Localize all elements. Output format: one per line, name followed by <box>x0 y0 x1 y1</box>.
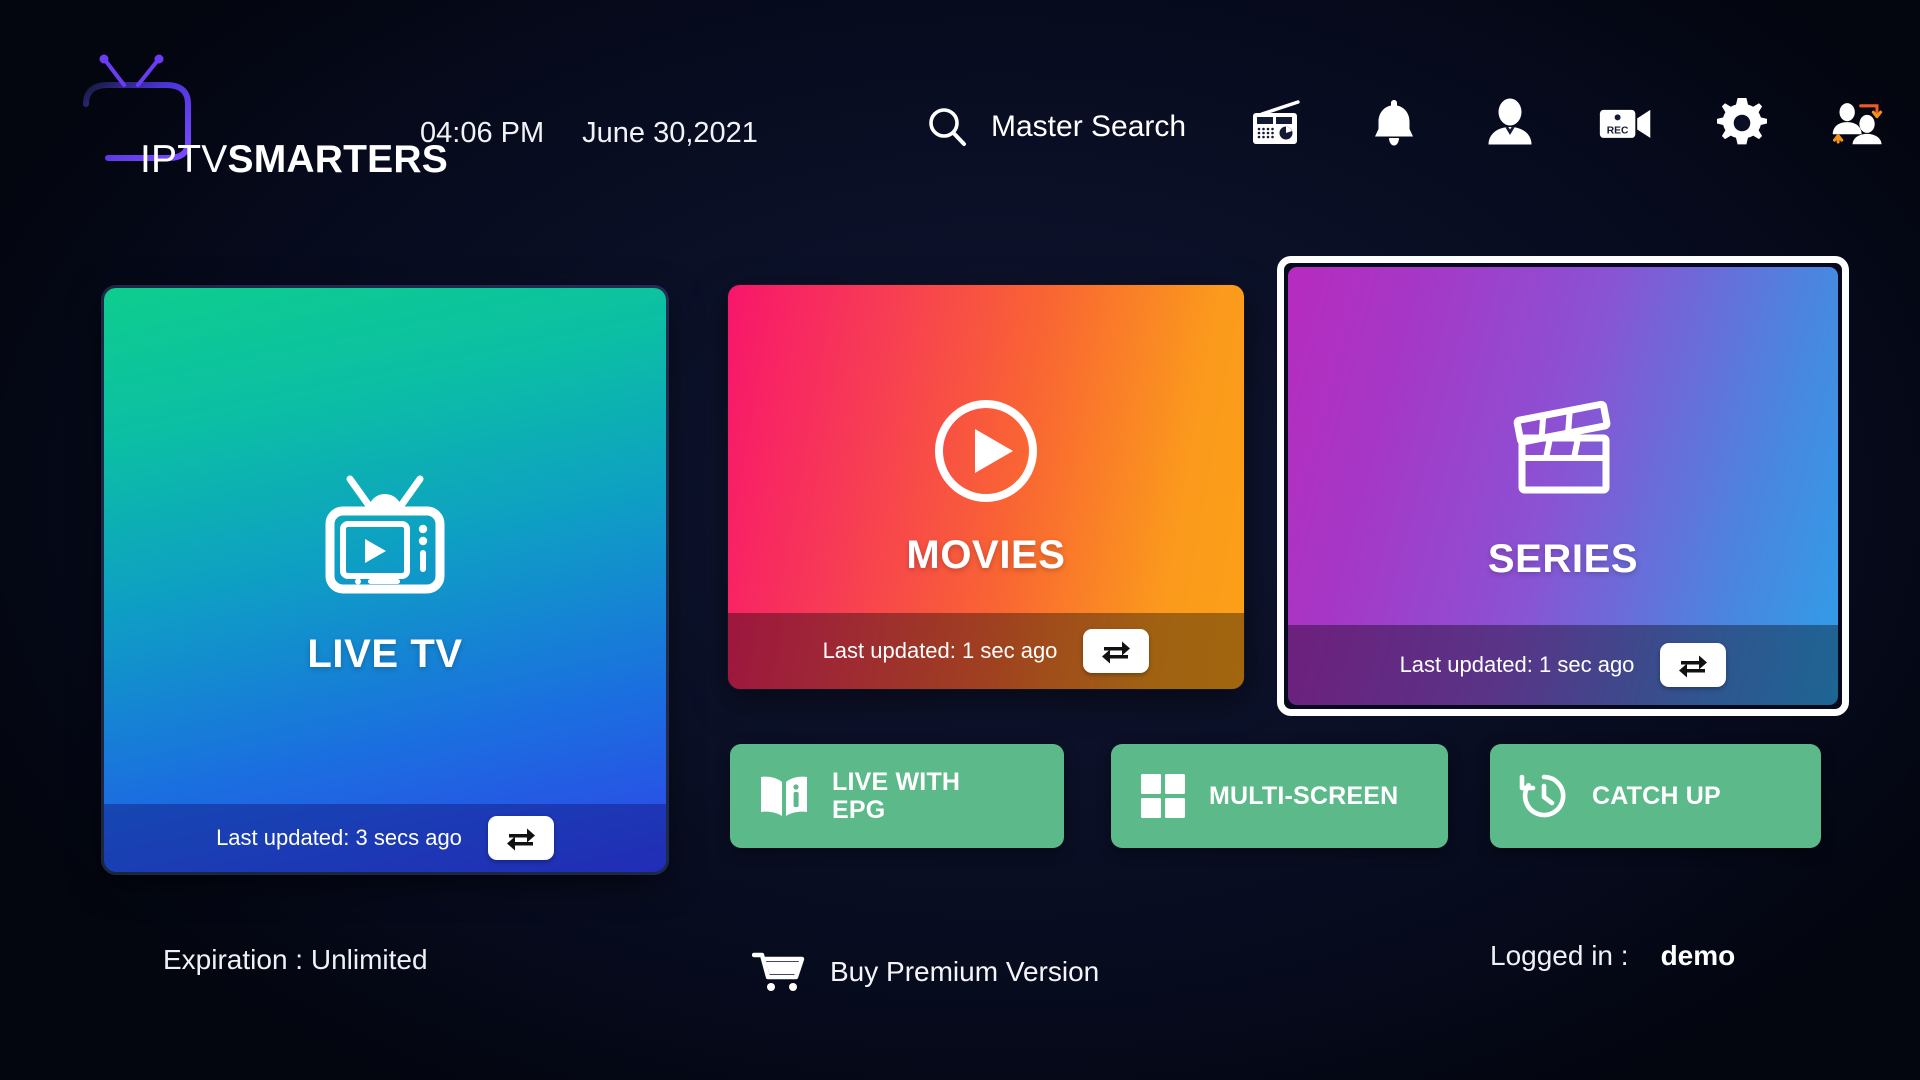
shopping-cart-icon <box>752 952 805 991</box>
card-movies-last-updated: Last updated: 1 sec ago <box>822 638 1058 663</box>
card-movies-title: MOVIES <box>906 533 1066 577</box>
card-live-tv[interactable]: LIVE TV Last updated: 3 secs ago <box>104 288 666 872</box>
refresh-sync-icon[interactable] <box>1083 629 1150 673</box>
book-info-icon <box>761 776 807 816</box>
card-live-tv-last-updated: Last updated: 3 secs ago <box>216 825 462 850</box>
card-series-footer: Last updated: 1 sec ago <box>1288 625 1838 705</box>
logged-in-label: Logged in : <box>1490 940 1629 971</box>
card-live-tv-body: LIVE TV <box>104 288 666 872</box>
retro-tv-icon <box>310 453 460 608</box>
refresh-sync-icon[interactable] <box>487 816 554 860</box>
logged-in-status: Logged in : demo <box>1490 940 1735 972</box>
card-live-tv-footer: Last updated: 3 secs ago <box>104 804 666 872</box>
card-series-focus-ring: SERIES Last updated: 1 sec ago <box>1277 256 1849 716</box>
live-with-epg-label-line2: EPG <box>832 796 886 824</box>
buy-premium-label: Buy Premium Version <box>830 956 1100 987</box>
multi-screen-button[interactable]: MULTI-SCREEN <box>1111 744 1448 848</box>
logged-in-user: demo <box>1660 940 1736 971</box>
card-series-title: SERIES <box>1487 537 1639 581</box>
buy-premium-button[interactable]: Buy Premium Version <box>752 950 1099 994</box>
multi-screen-label: MULTI-SCREEN <box>1209 782 1399 810</box>
card-movies-footer: Last updated: 1 sec ago <box>728 613 1244 689</box>
live-with-epg-label: LIVE WITH EPG <box>832 768 960 824</box>
clock-history-icon <box>1519 774 1566 818</box>
expiration-status: Expiration : Unlimited <box>163 944 428 975</box>
card-movies[interactable]: MOVIES Last updated: 1 sec ago <box>728 285 1244 689</box>
card-live-tv-title: LIVE TV <box>307 632 463 676</box>
card-series-last-updated: Last updated: 1 sec ago <box>1399 652 1635 677</box>
refresh-sync-icon[interactable] <box>1660 643 1727 687</box>
home-stage: LIVE TV Last updated: 3 secs ago MOVIES <box>0 0 1920 1080</box>
play-circle-icon <box>931 396 1041 511</box>
catch-up-label: CATCH UP <box>1592 782 1721 810</box>
grid-four-squares-icon <box>1141 774 1185 818</box>
live-with-epg-button[interactable]: LIVE WITH EPG <box>730 744 1064 848</box>
card-series[interactable]: SERIES Last updated: 1 sec ago <box>1288 267 1838 705</box>
live-with-epg-label-line1: LIVE WITH <box>832 768 961 796</box>
catch-up-button[interactable]: CATCH UP <box>1490 744 1821 848</box>
clapperboard-icon <box>1503 390 1623 515</box>
